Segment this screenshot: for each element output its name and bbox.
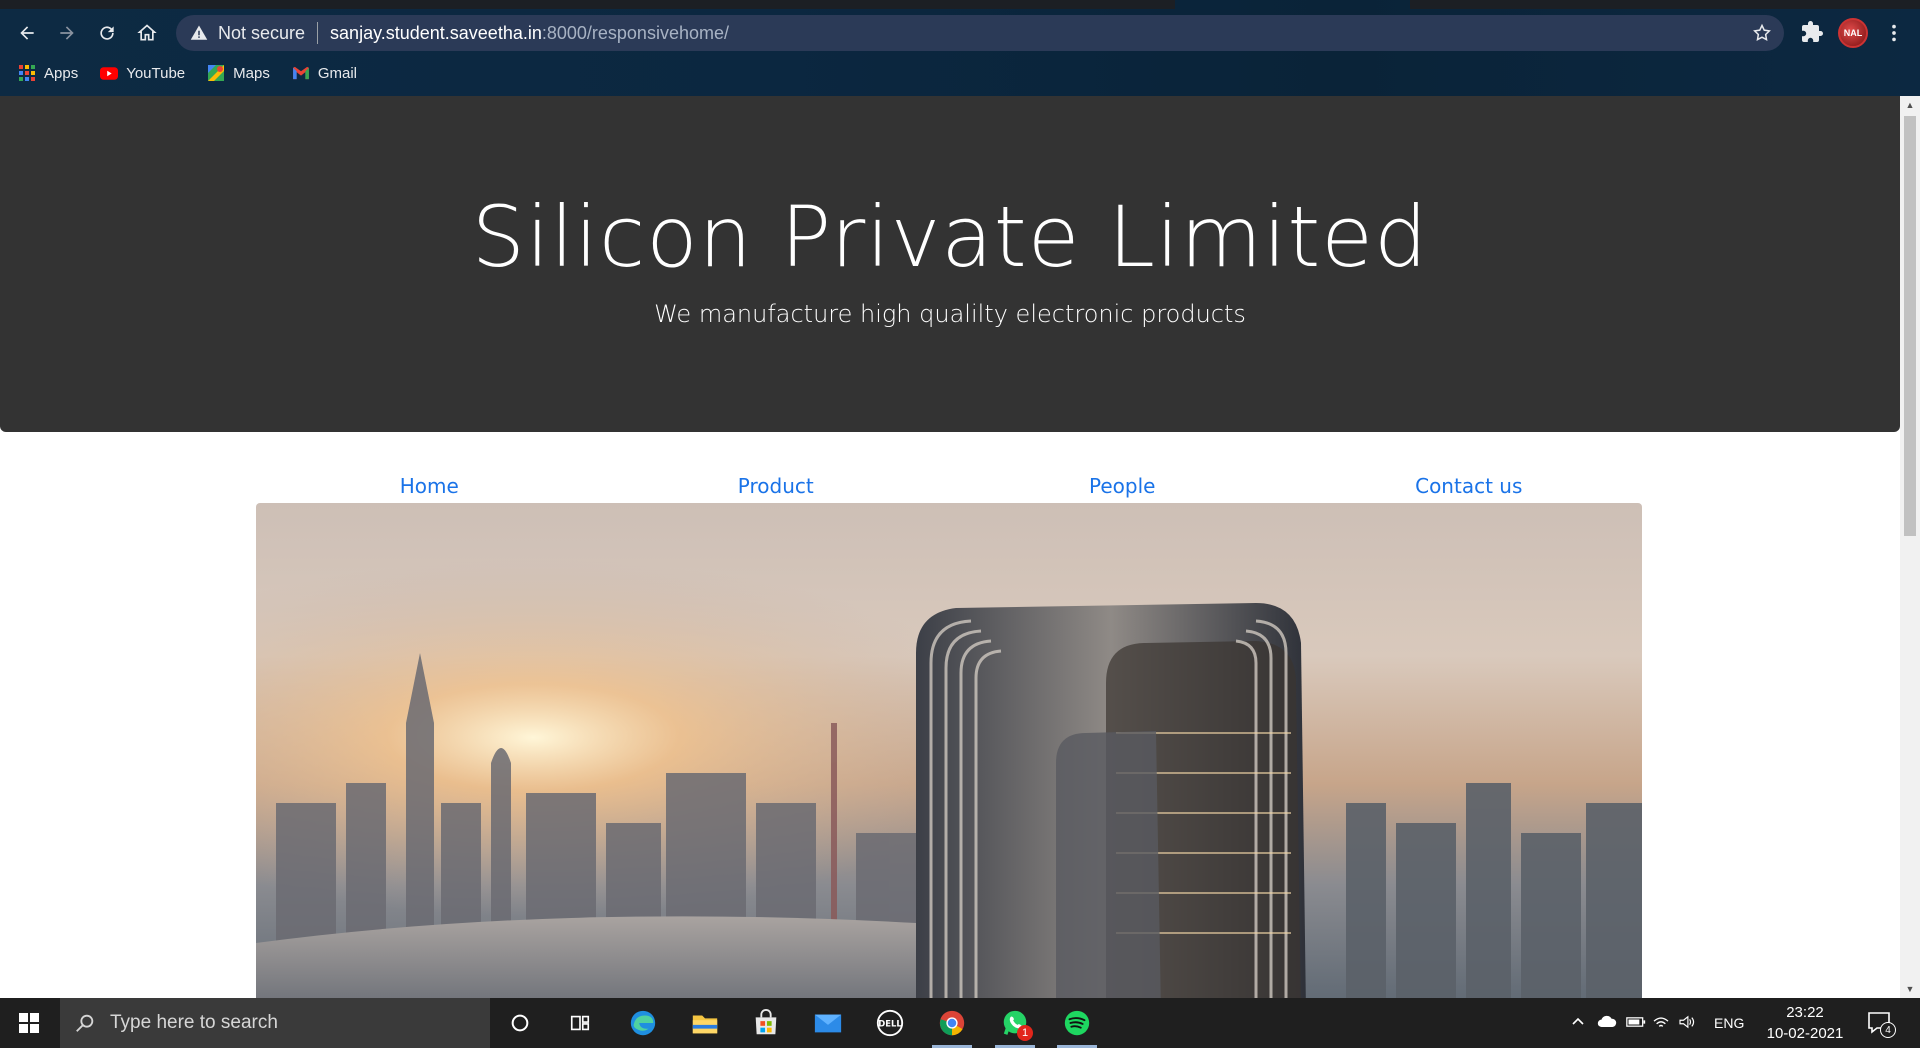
bookmark-label: Maps	[233, 64, 270, 82]
url-host: sanjay.student.saveetha.in	[330, 22, 542, 43]
nav-product-link[interactable]: Product	[603, 474, 950, 504]
profile-badge-text: NAL	[1843, 28, 1863, 38]
mail-icon[interactable]	[808, 1005, 848, 1041]
bookmark-youtube[interactable]: YouTube	[100, 64, 185, 82]
browser-chrome: Not secure sanjay.student.saveetha.in:80…	[0, 0, 1920, 96]
back-button[interactable]	[11, 17, 43, 49]
nav-home-link[interactable]: Home	[256, 474, 603, 504]
arrow-left-icon	[20, 26, 34, 40]
youtube-icon	[100, 64, 119, 82]
omnibox-divider	[317, 22, 319, 44]
taskbar-search[interactable]: Type here to search	[60, 998, 490, 1048]
file-explorer-icon[interactable]	[685, 1005, 725, 1041]
nav-people-link[interactable]: People	[949, 474, 1296, 504]
maps-icon	[207, 64, 225, 82]
bookmarks-bar: Apps YouTube Maps Gmail	[0, 60, 361, 86]
page-viewport: Silicon Private Limited We manufacture h…	[0, 96, 1920, 998]
edge-browser-icon[interactable]	[623, 1005, 663, 1041]
url-path: :8000/responsivehome/	[541, 22, 729, 43]
building-hero-image	[256, 503, 1642, 998]
volume-icon[interactable]	[1678, 1015, 1706, 1032]
cortana-icon[interactable]	[500, 1005, 540, 1041]
dell-icon[interactable]: DELL	[870, 1005, 910, 1041]
show-hidden-icons-chevron-icon[interactable]	[1570, 1014, 1592, 1033]
security-label[interactable]: Not secure	[218, 23, 305, 44]
bookmark-apps[interactable]: Apps	[18, 64, 78, 82]
bookmark-label: Apps	[44, 64, 79, 82]
nav-contact-link[interactable]: Contact us	[1296, 474, 1643, 504]
bookmark-gmail[interactable]: Gmail	[292, 64, 357, 82]
scroll-down-arrow-icon[interactable]: ▼	[1905, 984, 1915, 994]
tab-strip-right	[1410, 0, 1920, 9]
apps-grid-icon	[18, 64, 36, 82]
reload-icon	[100, 26, 114, 40]
notification-count-badge: 4	[1880, 1022, 1896, 1038]
main-nav: Home Product People Contact us	[256, 474, 1642, 504]
gmail-icon	[292, 64, 310, 82]
bookmark-star-icon[interactable]	[1752, 23, 1772, 43]
page-subtitle: We manufacture high qualilty electronic …	[654, 300, 1246, 328]
wifi-icon[interactable]	[1652, 1015, 1678, 1032]
bookmark-label: YouTube	[126, 64, 186, 82]
browser-toolbar: Not secure sanjay.student.saveetha.in:80…	[0, 14, 1920, 52]
chrome-taskbar-icon[interactable]	[932, 1005, 972, 1048]
reload-button[interactable]	[91, 17, 123, 49]
language-indicator[interactable]: ENG	[1714, 1015, 1744, 1031]
page-scrollbar[interactable]: ▲ ▼	[1900, 96, 1920, 998]
address-bar[interactable]: Not secure sanjay.student.saveetha.in:80…	[176, 15, 1784, 51]
svg-text:DELL: DELL	[878, 1018, 902, 1028]
task-view-icon[interactable]	[560, 1005, 600, 1041]
search-placeholder: Type here to search	[110, 1012, 278, 1033]
warning-triangle-icon	[190, 24, 208, 42]
battery-icon[interactable]	[1626, 1015, 1652, 1031]
microsoft-store-icon[interactable]	[746, 1005, 786, 1041]
whatsapp-icon[interactable]: 1	[995, 1005, 1035, 1048]
profile-avatar[interactable]: NAL	[1838, 18, 1868, 48]
arrow-right-icon	[60, 26, 74, 40]
forward-button[interactable]	[51, 17, 83, 49]
windows-logo-icon	[19, 1013, 39, 1033]
onedrive-cloud-icon[interactable]	[1596, 1014, 1626, 1032]
home-button[interactable]	[131, 17, 163, 49]
bookmark-maps[interactable]: Maps	[207, 64, 270, 82]
clock-time: 23:22	[1786, 1004, 1824, 1021]
action-center-icon[interactable]: 4	[1866, 1010, 1896, 1038]
scrollbar-thumb[interactable]	[1904, 116, 1916, 536]
home-icon	[137, 24, 157, 41]
more-options-icon[interactable]	[1882, 20, 1906, 46]
start-button[interactable]	[0, 998, 58, 1048]
extensions-puzzle-icon[interactable]	[1800, 20, 1824, 44]
search-icon	[76, 1014, 94, 1032]
clock-date: 10-02-2021	[1766, 1025, 1844, 1042]
spotify-icon[interactable]	[1057, 1005, 1097, 1048]
tab-strip	[0, 0, 1175, 9]
whatsapp-unread-badge: 1	[1017, 1025, 1033, 1041]
bookmark-label: Gmail	[317, 64, 358, 82]
page-title: Silicon Private Limited	[471, 188, 1429, 286]
city-skyline-illustration	[256, 503, 1642, 998]
scroll-up-arrow-icon[interactable]: ▲	[1905, 100, 1915, 110]
windows-taskbar: Type here to search DELL 1 ENG 23:22 10-…	[0, 998, 1920, 1048]
taskbar-clock[interactable]: 23:22 10-02-2021	[1760, 1002, 1850, 1044]
hero-banner: Silicon Private Limited We manufacture h…	[0, 96, 1900, 432]
system-tray: ENG	[1570, 998, 1744, 1048]
